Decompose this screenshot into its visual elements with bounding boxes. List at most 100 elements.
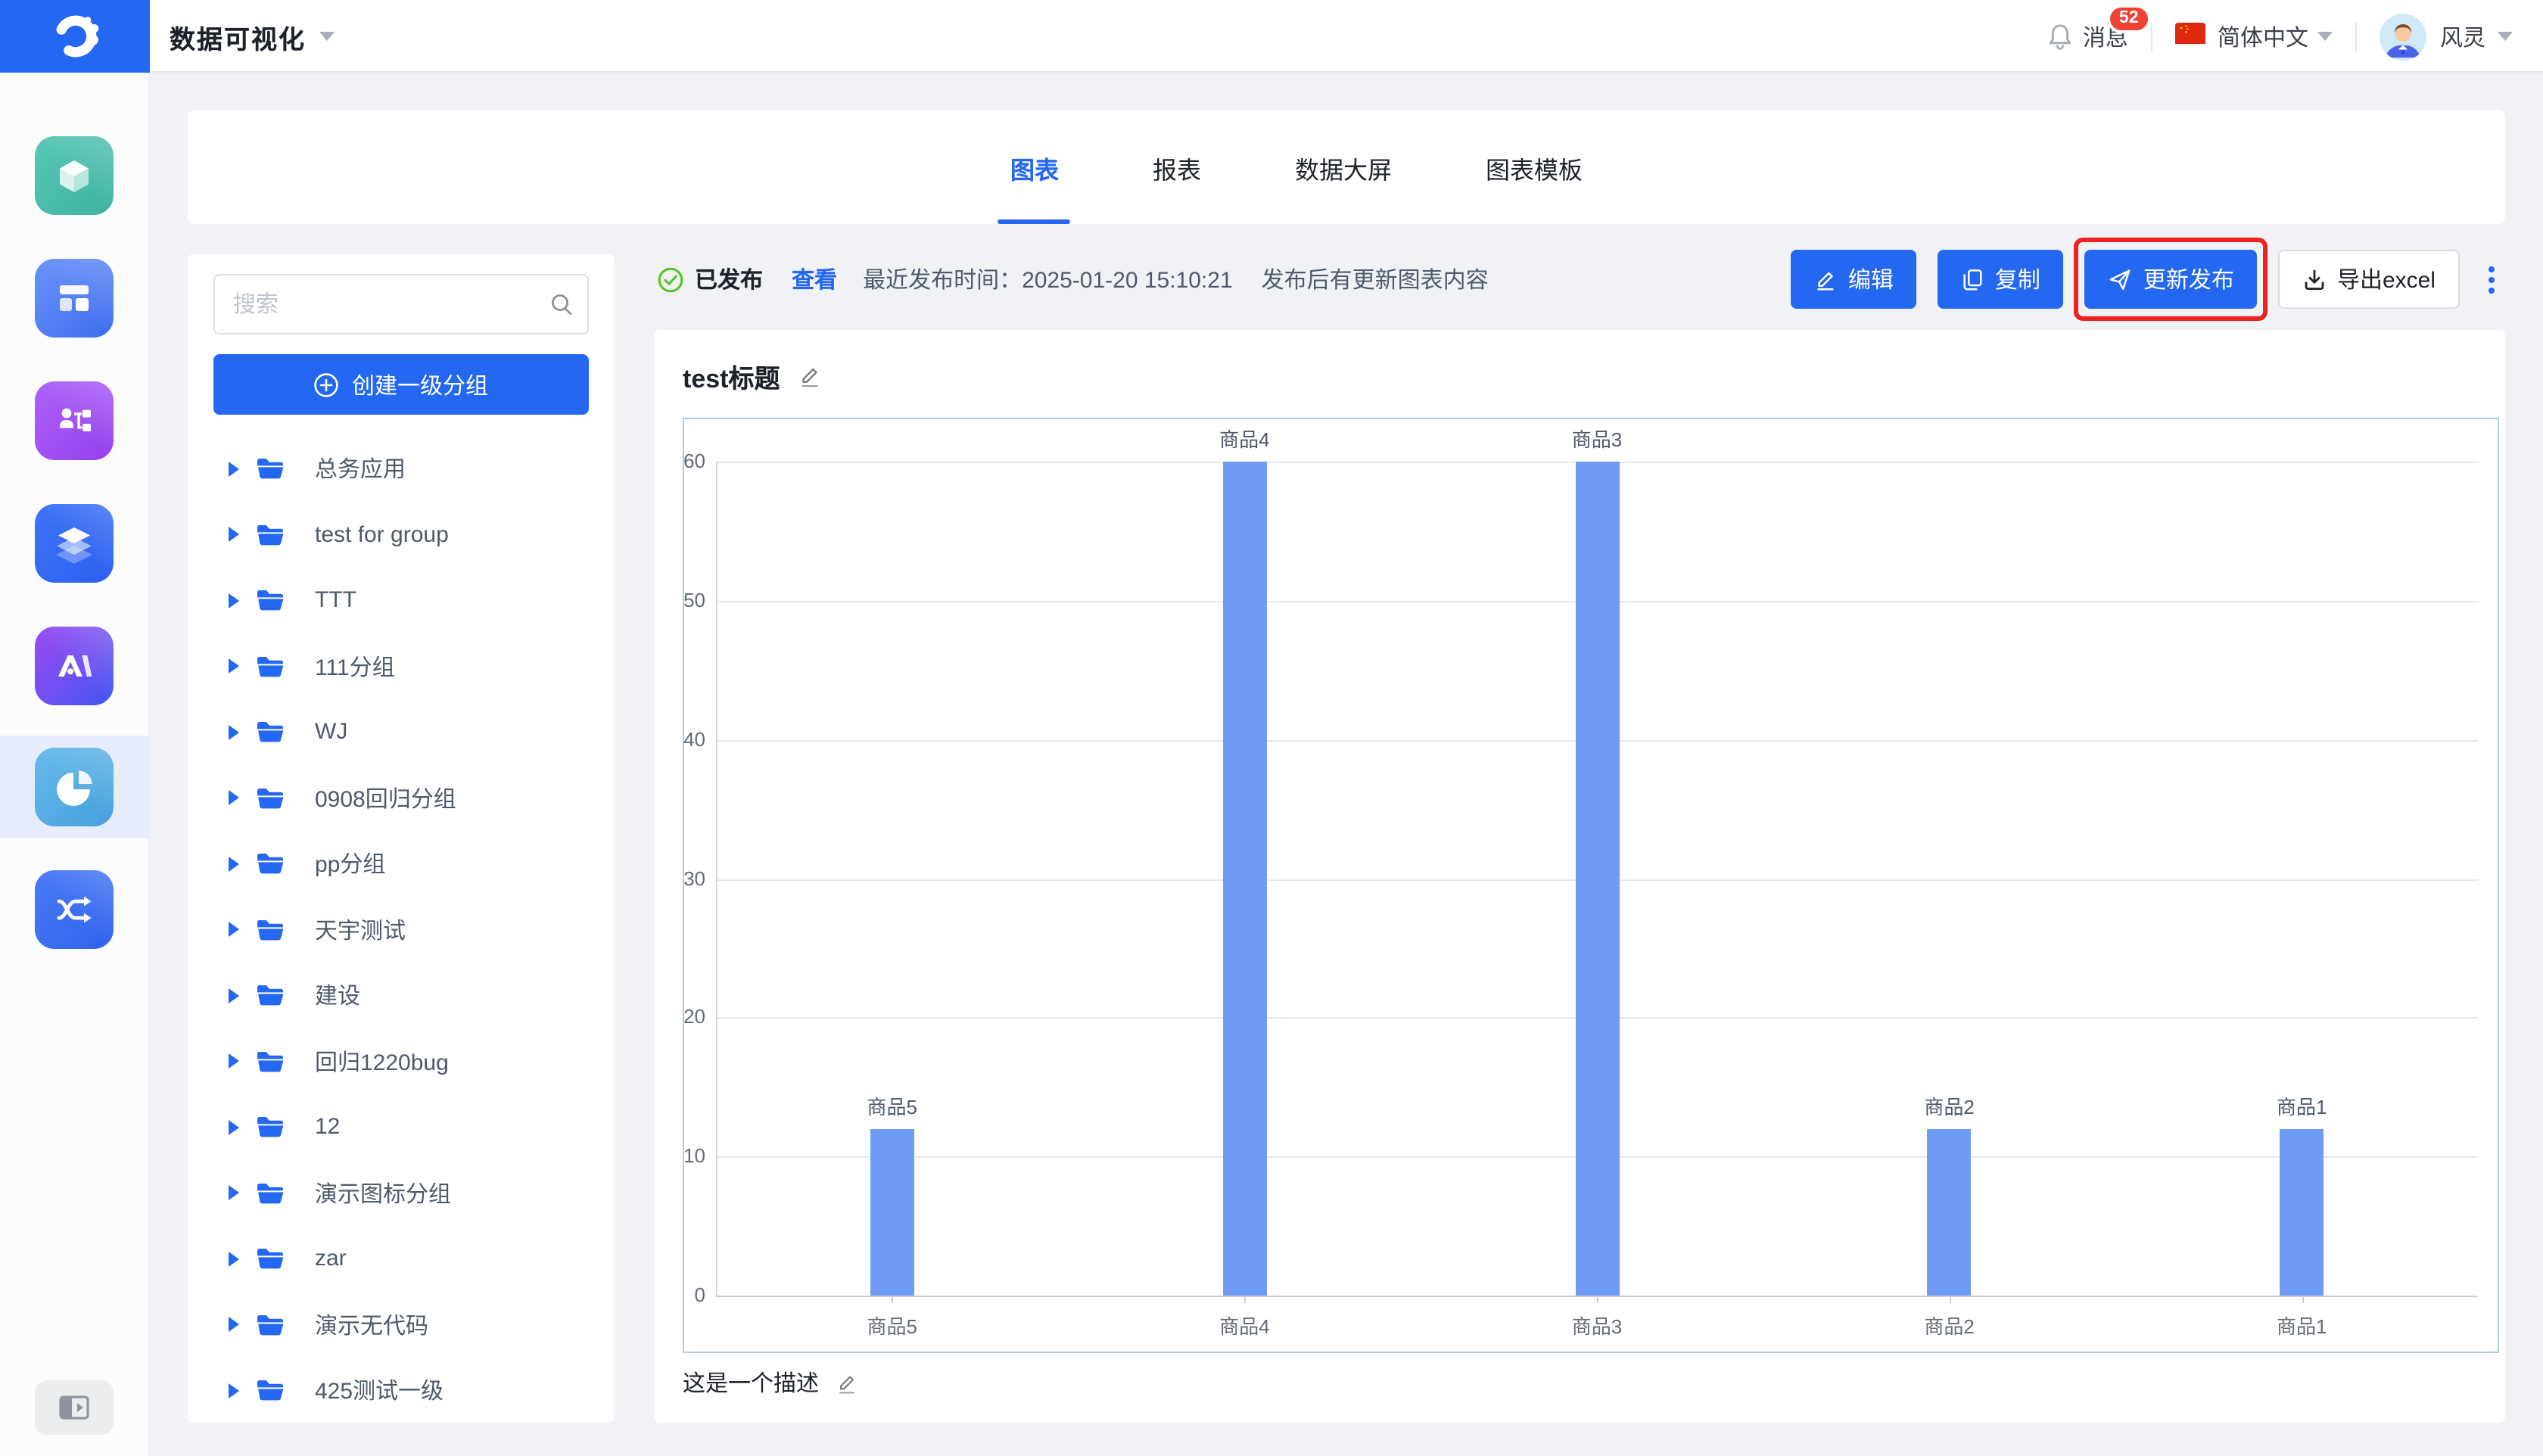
- chart-title: test标题: [683, 365, 780, 394]
- search-box: [213, 274, 589, 334]
- bar-label: 商品1: [2276, 1095, 2327, 1118]
- folder-label: TTT: [315, 587, 356, 614]
- folder-icon: [256, 1050, 300, 1073]
- expand-caret-icon[interactable]: [229, 593, 239, 608]
- folder-item[interactable]: 12: [188, 1094, 615, 1160]
- folder-item[interactable]: 425测试一级: [188, 1358, 615, 1423]
- bar-label: 商品4: [1219, 428, 1270, 451]
- top-bar: 数据可视化 消息 52 简体中文 风灵: [0, 0, 2543, 73]
- status-badge: 已发布: [695, 268, 764, 294]
- rail-item-ai[interactable]: [35, 627, 114, 705]
- expand-caret-icon[interactable]: [229, 856, 239, 872]
- publish-button-wrap: 更新发布: [2073, 238, 2268, 321]
- folder-item[interactable]: pp分组: [188, 831, 615, 897]
- search-input[interactable]: [215, 291, 549, 317]
- expand-caret-icon[interactable]: [229, 1251, 239, 1267]
- folder-item[interactable]: TTT: [188, 568, 615, 633]
- check-circle-icon: [657, 266, 684, 293]
- tab-item-3[interactable]: 图表模板: [1486, 110, 1583, 224]
- folder-label: 111分组: [315, 655, 395, 681]
- dot: [2489, 287, 2495, 293]
- folder-icon: [256, 524, 300, 546]
- folder-item[interactable]: WJ: [188, 699, 615, 765]
- export-excel-button[interactable]: 导出excel: [2277, 250, 2460, 309]
- expand-caret-icon[interactable]: [229, 1185, 239, 1201]
- expand-caret-icon[interactable]: [229, 658, 239, 674]
- expand-caret-icon[interactable]: [229, 461, 239, 477]
- chevron-down-icon: [2498, 32, 2513, 41]
- edit-title-pencil-icon[interactable]: [798, 363, 822, 389]
- folder-item[interactable]: 演示无代码: [188, 1292, 615, 1358]
- send-icon: [2107, 266, 2133, 292]
- chart-description: 这是一个描述: [683, 1371, 820, 1397]
- folder-item[interactable]: 演示图标分组: [188, 1160, 615, 1226]
- expand-caret-icon[interactable]: [229, 790, 239, 806]
- rail-item-pie-chart[interactable]: [35, 748, 114, 826]
- rail-item-org-chart[interactable]: [35, 381, 114, 460]
- messages-button[interactable]: 消息 52: [2047, 4, 2151, 52]
- folder-label: pp分组: [315, 852, 386, 879]
- folder-item[interactable]: 0908回归分组: [188, 765, 615, 831]
- logo-icon: [49, 11, 101, 62]
- folder-item[interactable]: 建设: [188, 963, 615, 1028]
- tab-item-0[interactable]: 图表: [998, 110, 1071, 224]
- tab-label: 报表: [1152, 158, 1201, 184]
- edit-description-pencil-icon[interactable]: [836, 1370, 858, 1395]
- bar-商品5[interactable]: [870, 1128, 914, 1296]
- folder-label: zar: [315, 1246, 347, 1272]
- x-axis-tick-mark: [2302, 1296, 2304, 1303]
- tab-bar-card: 图表 报表 数据大屏 图表模板: [188, 110, 2505, 224]
- view-link[interactable]: 查看: [792, 263, 837, 295]
- folder-icon: [256, 655, 300, 678]
- rail-item-cube[interactable]: [35, 136, 114, 215]
- username: 风灵: [2439, 25, 2485, 51]
- expand-caret-icon[interactable]: [229, 527, 239, 543]
- expand-caret-icon[interactable]: [229, 1053, 239, 1069]
- tab-item-2[interactable]: 数据大屏: [1295, 110, 1392, 224]
- tab-item-1[interactable]: 报表: [1153, 110, 1201, 224]
- expand-caret-icon[interactable]: [229, 922, 239, 938]
- folder-label: 天宇测试: [315, 918, 406, 944]
- collapse-sidebar-button[interactable]: [35, 1380, 114, 1435]
- publish-time: 最近发布时间：2025-01-20 15:10:21: [863, 268, 1233, 294]
- x-axis-tick-mark: [1597, 1296, 1598, 1303]
- user-menu[interactable]: 风灵: [2379, 13, 2513, 60]
- bell-icon: [2047, 23, 2074, 50]
- expand-caret-icon[interactable]: [229, 988, 239, 1003]
- update-publish-button[interactable]: 更新发布: [2084, 250, 2257, 309]
- collapse-panel-icon: [59, 1395, 89, 1420]
- publish-status-bar: 已发布 查看 最近发布时间：2025-01-20 15:10:21 发布后有更新…: [657, 250, 1489, 309]
- edit-button[interactable]: 编辑: [1790, 250, 1916, 309]
- folder-item[interactable]: 天宇测试: [188, 897, 615, 963]
- bar-商品3[interactable]: [1575, 462, 1619, 1296]
- bar-商品1[interactable]: [2280, 1128, 2324, 1296]
- folder-item[interactable]: 回归1220bug: [188, 1028, 615, 1094]
- rail-item-layers[interactable]: [35, 504, 114, 583]
- bar-商品2[interactable]: [1927, 1128, 1972, 1296]
- folder-item[interactable]: zar: [188, 1226, 615, 1292]
- top-bar-right: 消息 52 简体中文 风灵: [2047, 0, 2513, 73]
- expand-caret-icon[interactable]: [229, 1119, 239, 1135]
- more-actions-button[interactable]: [2478, 250, 2505, 309]
- expand-caret-icon[interactable]: [229, 1317, 239, 1333]
- copy-icon: [1960, 267, 1984, 291]
- create-group-button[interactable]: 创建一级分组: [213, 354, 589, 415]
- folder-item[interactable]: 111分组: [188, 633, 615, 699]
- bar-label: 商品2: [1924, 1095, 1975, 1118]
- folder-item[interactable]: test for group: [188, 502, 615, 568]
- folder-item[interactable]: 总务应用: [188, 436, 615, 502]
- app-switcher[interactable]: 数据可视化: [170, 0, 335, 73]
- folder-icon: [256, 787, 300, 810]
- tab-label: 图表模板: [1486, 158, 1583, 184]
- expand-caret-icon[interactable]: [229, 724, 239, 740]
- rail-item-dashboard[interactable]: [35, 259, 114, 338]
- chevron-down-icon: [2317, 32, 2333, 41]
- rail-item-shuffle[interactable]: [35, 870, 114, 949]
- copy-button[interactable]: 复制: [1937, 250, 2063, 309]
- org-chart-icon: [53, 400, 95, 442]
- bar-商品4[interactable]: [1222, 462, 1267, 1296]
- language-selector[interactable]: 简体中文: [2174, 20, 2333, 52]
- tabs: 图表 报表 数据大屏 图表模板: [963, 110, 1629, 224]
- expand-caret-icon[interactable]: [229, 1383, 239, 1398]
- app-logo[interactable]: [0, 0, 150, 73]
